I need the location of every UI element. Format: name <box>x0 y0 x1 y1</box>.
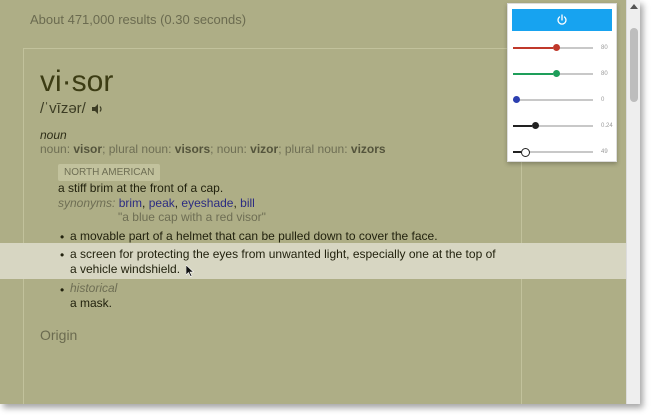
definition-1: a stiff brim at the front of a cap. <box>58 181 224 195</box>
synonym-link[interactable]: peak <box>149 196 175 210</box>
slider-knob[interactable] <box>521 148 530 157</box>
phonetic-row: /ˈvīzər/ <box>40 100 104 117</box>
power-icon <box>557 14 567 25</box>
form-label: noun: <box>40 142 74 156</box>
slider-contrast[interactable]: 49 <box>513 148 608 157</box>
word-forms: noun: visor; plural noun: visors; noun: … <box>40 142 386 156</box>
bullet: • <box>60 283 65 297</box>
slider-value: 0.24 <box>601 123 613 129</box>
slider-fill <box>513 151 521 153</box>
synonym-link[interactable]: eyeshade <box>181 196 233 210</box>
browser-window: About 471,000 results (0.30 seconds) vi·… <box>0 0 640 404</box>
form-value: vizor <box>250 142 279 156</box>
form-value: visors <box>174 142 211 156</box>
vertical-scrollbar[interactable] <box>626 0 640 404</box>
mouse-cursor-icon <box>186 265 194 277</box>
definition-4: a mask. <box>70 296 113 310</box>
slider-knob[interactable] <box>553 70 560 77</box>
slider-fill <box>513 73 553 75</box>
slider-knob[interactable] <box>532 122 540 129</box>
form-label: ; plural noun: <box>278 142 351 156</box>
origin-heading[interactable]: Origin <box>40 327 77 343</box>
definition-2: a movable part of a helmet that can be p… <box>70 229 438 243</box>
slider-value: 49 <box>601 149 608 155</box>
synonyms-label: synonyms: <box>58 196 116 210</box>
filter-extension-panel: 80 80 0 0.24 49 <box>507 3 617 162</box>
headword: vi·sor <box>40 65 114 98</box>
slider-green[interactable]: 80 <box>513 70 608 78</box>
form-label: ; plural noun: <box>102 142 175 156</box>
part-of-speech: noun <box>40 128 67 142</box>
bullet: • <box>60 248 65 262</box>
phonetic-text: /ˈvīzər/ <box>40 100 86 117</box>
bullet: • <box>60 230 65 244</box>
region-badge: NORTH AMERICAN <box>58 164 161 181</box>
synonyms-row: synonyms: brim, peak, eyeshade, bill <box>58 196 255 210</box>
slider-blue[interactable]: 0 <box>513 96 604 104</box>
slider-fill <box>513 47 553 49</box>
form-label: ; noun: <box>210 142 251 156</box>
slider-knob[interactable] <box>513 96 520 103</box>
definition-3-line-1: a screen for protecting the eyes from un… <box>70 247 496 261</box>
slider-value: 80 <box>601 45 608 51</box>
example-sentence: "a blue cap with a red visor" <box>118 210 266 224</box>
slider-knob[interactable] <box>553 44 560 51</box>
slider-opacity[interactable]: 0.24 <box>513 122 613 130</box>
synonym-link[interactable]: bill <box>240 196 255 210</box>
slider-track <box>513 99 593 101</box>
slider-value: 0 <box>601 97 605 103</box>
scroll-up-arrow-icon[interactable] <box>627 0 640 12</box>
scrollbar-thumb[interactable] <box>630 28 638 102</box>
form-value: visor <box>73 142 103 156</box>
slider-fill <box>513 125 533 127</box>
results-stats: About 471,000 results (0.30 seconds) <box>30 12 247 27</box>
definition-3-line-2: a vehicle windshield. <box>70 262 181 276</box>
form-value: vizors <box>350 142 386 156</box>
synonym-link[interactable]: brim <box>119 196 142 210</box>
power-button[interactable] <box>512 9 612 31</box>
historical-label: historical <box>70 281 118 295</box>
slider-value: 80 <box>601 71 608 77</box>
speaker-icon[interactable] <box>90 102 104 116</box>
slider-red[interactable]: 80 <box>513 44 608 52</box>
